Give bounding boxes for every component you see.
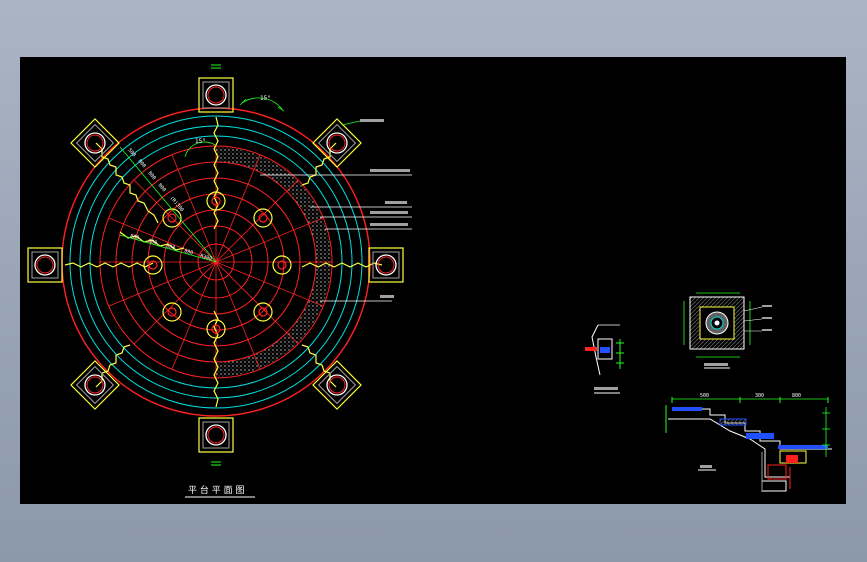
- dim-label: R300: [199, 253, 212, 262]
- dim-label: 800: [165, 243, 175, 251]
- cad-viewport[interactable]: 15° 15° 500 800 800 800 (R)300 800 800 8…: [20, 57, 846, 504]
- plan-view: 15° 15° 500 800 800 800 (R)300 800 800 8…: [27, 64, 412, 498]
- dim-label: 800: [183, 248, 193, 256]
- section-dim: 800: [792, 393, 801, 399]
- dim-label: 800: [136, 158, 146, 169]
- dim-label: 800: [156, 182, 166, 193]
- dim-label: 800: [129, 233, 139, 241]
- detail-pit-plan: [683, 292, 772, 369]
- dim-label: 800: [146, 170, 156, 181]
- angle-label: 15°: [260, 95, 271, 102]
- radial-dim-labels-w: 800 800 800 800 R300: [129, 233, 212, 262]
- section-dim: 500: [700, 393, 709, 399]
- plan-title: 平 台 平 面 图: [188, 484, 244, 496]
- drawing-canvas: 15° 15° 500 800 800 800 (R)300 800 800 8…: [27, 64, 832, 498]
- detail-step-section: 500 300 800: [665, 393, 832, 492]
- section-dim: 300: [755, 393, 764, 399]
- detail-wall-section: [585, 324, 624, 394]
- dim-label: 800: [147, 238, 157, 246]
- angle-label-2: 15°: [195, 138, 206, 145]
